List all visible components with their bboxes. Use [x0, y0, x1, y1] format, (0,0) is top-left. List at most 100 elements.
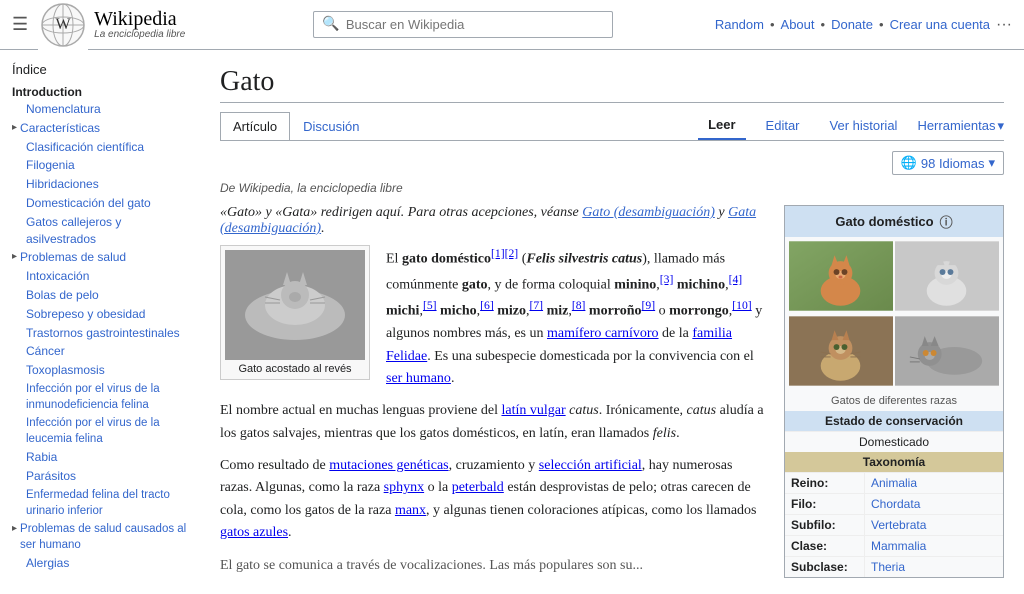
donate-link[interactable]: Donate [831, 17, 873, 32]
sidebar-item-parasitos[interactable]: Parásitos [12, 468, 188, 485]
article-body: «Gato» y «Gata» redirigen aquí. Para otr… [220, 205, 1004, 578]
filogenia-link[interactable]: Filogenia [26, 157, 75, 174]
leucemia-link[interactable]: Infección por el virus de la leucemia fe… [26, 415, 188, 447]
wiki-logo[interactable]: W Wikipedia La enciclopedia libre [38, 0, 185, 50]
ref6[interactable]: [6] [480, 299, 494, 312]
ref10[interactable]: [10] [732, 299, 751, 312]
more-icon[interactable]: ··· [996, 16, 1012, 34]
domesticacion-link[interactable]: Domesticación del gato [26, 195, 151, 212]
tabs-right: Leer Editar Ver historial Herramientas ▾ [698, 111, 1004, 140]
parasitos-link[interactable]: Parásitos [26, 468, 76, 485]
problemas-salud-link[interactable]: Problemas de salud [20, 249, 126, 266]
gatos-azules-link[interactable]: gatos azules [220, 525, 288, 540]
cancer-link[interactable]: Cáncer [26, 343, 65, 360]
wiki-subtitle: La enciclopedia libre [94, 29, 185, 40]
sidebar-item-enfermedad-felina[interactable]: Enfermedad felina del tracto urinario in… [12, 487, 188, 519]
latin-link[interactable]: latín vulgar [501, 403, 565, 418]
clasificacion-link[interactable]: Clasificación científica [26, 139, 144, 156]
tools-button[interactable]: Herramientas ▾ [917, 118, 1004, 134]
sidebar-item-gatos-callejeros[interactable]: Gatos callejeros y asilvestrados [12, 214, 188, 248]
infobox-domesticated: Domesticado [785, 431, 1003, 452]
create-account-link[interactable]: Crear una cuenta [890, 17, 990, 32]
sidebar-item-filogenia[interactable]: Filogenia [12, 157, 188, 174]
mamifero-link[interactable]: mamífero carnívoro [547, 326, 659, 341]
sidebar-item-leucemia[interactable]: Infección por el virus de la leucemia fe… [12, 415, 188, 447]
tab-discussion[interactable]: Discusión [290, 112, 372, 140]
infobox-info-icon[interactable]: ⓘ [940, 212, 953, 231]
sidebar-item-bolas-pelo[interactable]: Bolas de pelo [12, 287, 188, 304]
sidebar-item-hibridaciones[interactable]: Hibridaciones [12, 176, 188, 193]
random-link[interactable]: Random [715, 17, 764, 32]
from-wikipedia: De Wikipedia, la enciclopedia libre [220, 181, 1004, 195]
sobrepeso-link[interactable]: Sobrepeso y obesidad [26, 306, 145, 323]
ser-humano-link[interactable]: ser humano [386, 371, 451, 386]
alergias-link[interactable]: Alergias [26, 555, 69, 572]
mutaciones-link[interactable]: mutaciones genéticas [329, 458, 448, 473]
inmunodeficiencia-link[interactable]: Infección por el virus de la inmunodefic… [26, 381, 188, 413]
article-text-column: «Gato» y «Gata» redirigen aquí. Para otr… [220, 205, 768, 578]
tab-read[interactable]: Leer [698, 111, 745, 140]
header-right: Random • About • Donate • Crear una cuen… [715, 16, 1012, 34]
toxoplasmosis-link[interactable]: Toxoplasmosis [26, 362, 105, 379]
enfermedad-felina-link[interactable]: Enfermedad felina del tracto urinario in… [26, 487, 188, 519]
ref9[interactable]: [9] [642, 299, 656, 312]
sidebar-item-intoxicacion[interactable]: Intoxicación [12, 268, 188, 285]
infobox-label-subclase: Subclase: [785, 557, 865, 577]
sidebar-item-domesticacion[interactable]: Domesticación del gato [12, 195, 188, 212]
sidebar-item-alergias[interactable]: Alergias [12, 555, 188, 572]
bolas-pelo-link[interactable]: Bolas de pelo [26, 287, 99, 304]
sidebar-item-clasificacion[interactable]: Clasificación científica [12, 139, 188, 156]
gato-disambig-link[interactable]: Gato (desambiguación) [582, 205, 715, 220]
paragraph-2: El nombre actual en muchas lenguas provi… [220, 400, 768, 445]
rabia-link[interactable]: Rabia [26, 449, 57, 466]
tab-history[interactable]: Ver historial [820, 112, 908, 139]
search-input[interactable] [346, 17, 605, 32]
seleccion-link[interactable]: selección artificial [539, 458, 642, 473]
wiki-title: Wikipedia [94, 9, 185, 29]
ref2[interactable]: [2] [505, 247, 519, 260]
problemas-humano-link[interactable]: Problemas de salud causados al ser human… [20, 521, 188, 553]
sidebar-item-problemas-humano[interactable]: ▸ Problemas de salud causados al ser hum… [12, 521, 188, 553]
hibridaciones-link[interactable]: Hibridaciones [26, 176, 99, 193]
sphynx-link[interactable]: sphynx [384, 480, 424, 495]
sidebar-item-caracteristicas[interactable]: ▸ Características [12, 120, 188, 137]
sidebar-item-inmunodeficiencia[interactable]: Infección por el virus de la inmunodefic… [12, 381, 188, 413]
ref1[interactable]: [1] [491, 247, 505, 260]
ref7[interactable]: [7] [529, 299, 543, 312]
sidebar-item-trastornos[interactable]: Trastornos gastrointestinales [12, 325, 188, 342]
manx-link[interactable]: manx [395, 503, 426, 518]
language-icon: 🌐 [901, 155, 917, 171]
sidebar-item-sobrepeso[interactable]: Sobrepeso y obesidad [12, 306, 188, 323]
languages-count: 98 Idiomas [921, 156, 985, 171]
sidebar-item-introduction[interactable]: Introduction [12, 85, 188, 99]
tabs-left: Artículo Discusión [220, 112, 372, 139]
nomenclatura-link[interactable]: Nomenclatura [26, 101, 101, 118]
intoxicacion-link[interactable]: Intoxicación [26, 268, 89, 285]
ref8[interactable]: [8] [572, 299, 586, 312]
infobox-row-filo: Filo: Chordata [785, 493, 1003, 514]
paragraph-3: Como resultado de mutaciones genéticas, … [220, 455, 768, 545]
infobox-images-caption: Gatos de diferentes razas [785, 393, 1003, 411]
infobox-value-reino: Animalia [865, 473, 923, 493]
sidebar-item-problemas-salud[interactable]: ▸ Problemas de salud [12, 249, 188, 266]
gatos-callejeros-link[interactable]: Gatos callejeros y asilvestrados [26, 214, 188, 248]
tab-article[interactable]: Artículo [220, 112, 290, 140]
sidebar-item-rabia[interactable]: Rabia [12, 449, 188, 466]
infobox-label-reino: Reino: [785, 473, 865, 493]
menu-icon[interactable]: ☰ [12, 14, 28, 35]
infobox-value-filo: Chordata [865, 494, 926, 514]
caracteristicas-link[interactable]: Características [20, 120, 100, 137]
tab-edit[interactable]: Editar [756, 112, 810, 139]
about-link[interactable]: About [781, 17, 815, 32]
ref3[interactable]: [3] [660, 273, 674, 286]
languages-button[interactable]: 🌐 98 Idiomas ▾ [892, 151, 1004, 175]
ref4[interactable]: [4] [729, 273, 743, 286]
infobox-conservation-status: Estado de conservación [785, 411, 1003, 431]
sidebar-item-cancer[interactable]: Cáncer [12, 343, 188, 360]
article-image-caption: Gato acostado al revés [225, 363, 365, 375]
sidebar-item-nomenclatura[interactable]: Nomenclatura [12, 101, 188, 118]
ref5[interactable]: [5] [423, 299, 437, 312]
peterbald-link[interactable]: peterbald [452, 480, 504, 495]
sidebar-item-toxoplasmosis[interactable]: Toxoplasmosis [12, 362, 188, 379]
trastornos-link[interactable]: Trastornos gastrointestinales [26, 325, 180, 342]
